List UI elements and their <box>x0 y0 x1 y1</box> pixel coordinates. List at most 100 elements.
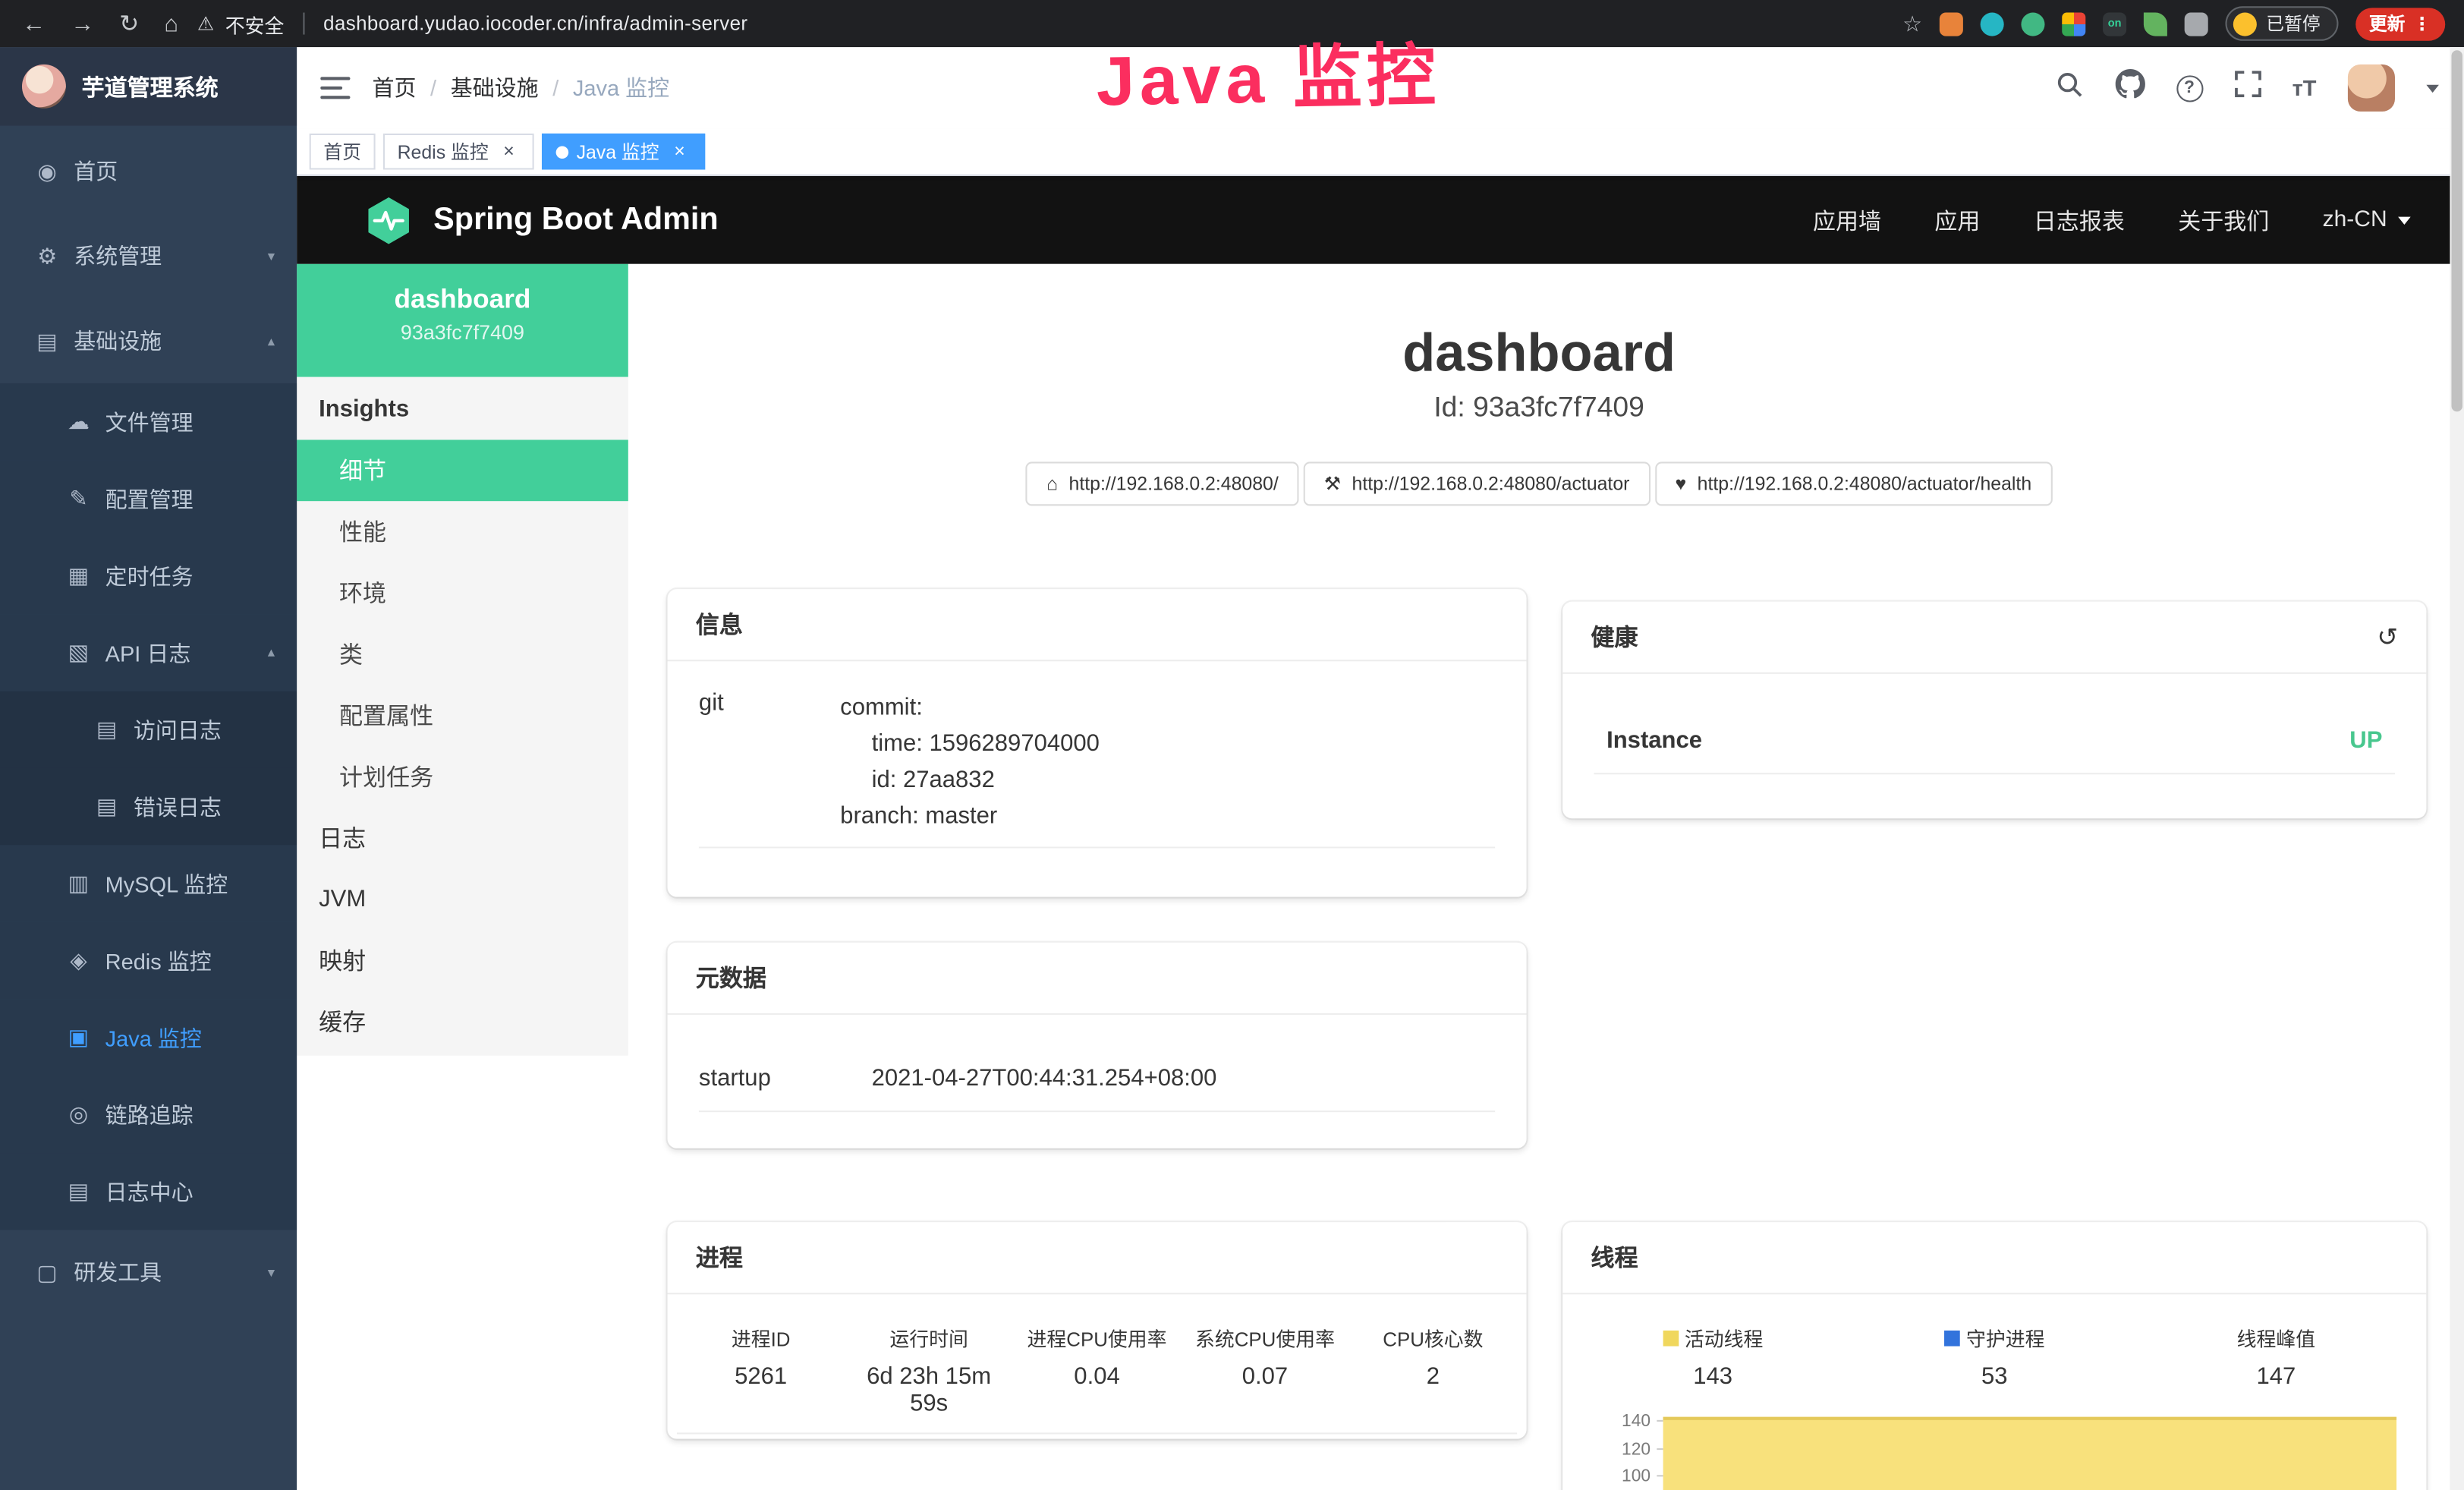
sba-menu-item[interactable]: 性能 <box>297 501 628 562</box>
health-instance-label: Instance <box>1606 727 1702 754</box>
extension-icon[interactable] <box>1940 12 1963 36</box>
sba-brand[interactable]: Spring Boot Admin <box>297 194 719 246</box>
close-icon[interactable]: × <box>498 140 520 162</box>
forward-icon[interactable]: → <box>71 12 94 36</box>
chevron-down-icon[interactable] <box>2426 84 2439 92</box>
sidebar-menu-item[interactable]: ✎ 配置管理 <box>0 460 297 537</box>
view-tab[interactable]: 首页 <box>310 134 376 170</box>
sidebar-menu-item[interactable]: ▤ 访问日志 <box>0 691 297 768</box>
sidebar-menu-item[interactable]: ▣ Java 监控 <box>0 999 297 1076</box>
chevron-icon: ▾ <box>268 1264 275 1281</box>
browser-menu-icon[interactable]: ⋮ <box>2413 13 2431 35</box>
sba-menu-item[interactable]: 环境 <box>297 562 628 624</box>
process-value: 0.04 <box>1013 1363 1181 1416</box>
y-tick-label: 120 <box>1572 1440 1663 1467</box>
tracing-icon: ◎ <box>60 1101 98 1128</box>
reload-icon[interactable]: ↻ <box>119 12 139 36</box>
github-icon[interactable] <box>2115 69 2145 107</box>
legend-item: 守护进程 53 <box>1854 1323 2135 1391</box>
sidebar-menu-item[interactable]: ▤ 错误日志 <box>0 768 297 845</box>
sba-menu-item[interactable]: 缓存 <box>297 991 628 1053</box>
heart-icon: ♥ <box>1675 473 1686 495</box>
process-column-header: 系统CPU使用率 <box>1181 1323 1348 1353</box>
extension-icon[interactable] <box>2021 12 2044 36</box>
back-icon[interactable]: ← <box>22 12 46 36</box>
info-value-line: branch: master <box>840 798 1495 834</box>
address-bar[interactable]: ⚠ 不安全 dashboard.yudao.iocoder.cn/infra/a… <box>197 8 747 38</box>
home-icon[interactable]: ⌂ <box>164 12 178 36</box>
process-value: 6d 23h 15m 59s <box>845 1363 1012 1416</box>
process-column-header: 进程ID <box>677 1323 845 1353</box>
instance-link[interactable]: ♥ http://192.168.0.2:48080/actuator/heal… <box>1655 461 2053 506</box>
instance-link[interactable]: ⌂ http://192.168.0.2:48080/ <box>1026 461 1298 506</box>
sba-menu-item[interactable]: 细节 <box>297 439 628 501</box>
sidebar-menu-item[interactable]: ▧ API 日志 ▴ <box>0 614 297 691</box>
process-column-header: 进程CPU使用率 <box>1013 1323 1181 1353</box>
app-sidebar: 芋道管理系统 ◉ 首页 ⚙ 系统管理 ▾ ▤ 基础设施 <box>0 47 297 1490</box>
font-size-icon[interactable]: тT <box>2292 75 2317 100</box>
sba-nav-link[interactable]: 应用 <box>1934 203 1980 236</box>
scrollbar-thumb[interactable] <box>2451 50 2462 411</box>
security-label[interactable]: 不安全 <box>225 8 285 38</box>
sba-menu-item[interactable]: 映射 <box>297 930 628 991</box>
url-text[interactable]: dashboard.yudao.iocoder.cn/infra/admin-s… <box>323 13 747 35</box>
locale-selector[interactable]: zh-CN <box>2323 207 2411 232</box>
app-logo[interactable]: 芋道管理系统 <box>0 47 297 125</box>
sidebar-menu-item[interactable]: ▢ 研发工具 ▾ <box>0 1230 297 1315</box>
dev-tools-icon: ▢ <box>28 1259 66 1286</box>
sba-nav-link[interactable]: 关于我们 <box>2178 203 2269 236</box>
y-tick-label: 140 <box>1572 1412 1663 1439</box>
page-title: dashboard <box>628 323 2450 385</box>
api-log-icon: ▧ <box>60 639 98 666</box>
extension-icon[interactable] <box>1981 12 2004 36</box>
home-icon: ⌂ <box>1046 473 1058 495</box>
sidebar-menu-item[interactable]: ▤ 基础设施 ▴ <box>0 298 297 383</box>
breadcrumb-item[interactable]: Java 监控 <box>573 72 669 103</box>
close-icon[interactable]: × <box>669 140 691 162</box>
sba-menu-item[interactable]: 日志 <box>297 808 628 869</box>
extension-icon[interactable] <box>2144 12 2167 36</box>
sba-nav-link[interactable]: 应用墙 <box>1813 203 1881 236</box>
sba-menu-item[interactable]: JVM <box>297 868 628 930</box>
help-icon[interactable]: ? <box>2176 74 2202 101</box>
update-button[interactable]: 更新 ⋮ <box>2355 7 2445 39</box>
history-icon[interactable]: ↺ <box>2377 621 2398 652</box>
sidebar-toggle-icon[interactable] <box>297 47 372 129</box>
fullscreen-icon[interactable] <box>2234 71 2261 106</box>
chevron-icon: ▴ <box>268 644 275 661</box>
chart-plot-area <box>1663 1409 2396 1490</box>
sba-brand-name: Spring Boot Admin <box>433 202 719 238</box>
sidebar-menu-item[interactable]: ⚙ 系统管理 ▾ <box>0 213 297 298</box>
view-tab[interactable]: Java 监控 × <box>542 134 705 170</box>
search-icon[interactable] <box>2055 70 2083 106</box>
sba-nav-link[interactable]: 日志报表 <box>2034 203 2125 236</box>
sba-menu-item[interactable]: 配置属性 <box>297 685 628 746</box>
sidebar-menu-item[interactable]: ◈ Redis 监控 <box>0 922 297 999</box>
avatar[interactable] <box>2348 65 2395 112</box>
legend-item: 线程峰值 147 <box>2135 1323 2417 1391</box>
instance-header[interactable]: dashboard 93a3fc7f7409 <box>297 264 628 377</box>
profile-badge[interactable]: 已暂停 <box>2225 6 2337 41</box>
sidebar-menu-item[interactable]: ▤ 日志中心 <box>0 1153 297 1230</box>
sba-menu-item[interactable]: 类 <box>297 624 628 685</box>
chevron-icon: ▾ <box>268 247 275 265</box>
extension-icon[interactable]: on <box>2103 12 2126 36</box>
sidebar-menu-item[interactable]: ▥ MySQL 监控 <box>0 845 297 921</box>
bookmark-star-icon[interactable]: ☆ <box>1902 10 1922 36</box>
breadcrumb-item[interactable]: 基础设施 <box>451 72 539 103</box>
view-tab[interactable]: Redis 监控 × <box>383 134 534 170</box>
sidebar-menu-item[interactable]: ◎ 链路追踪 <box>0 1076 297 1153</box>
sidebar-menu-item[interactable]: ▦ 定时任务 <box>0 537 297 614</box>
sba-menu-item[interactable]: 计划任务 <box>297 746 628 808</box>
instance-link[interactable]: ⚒ http://192.168.0.2:48080/actuator <box>1304 461 1650 506</box>
sba-sidebar: dashboard 93a3fc7f7409 Insights 细节 性能 环境… <box>297 264 628 1056</box>
breadcrumb-item[interactable]: 首页 <box>372 72 416 103</box>
process-column-header: CPU核心数 <box>1349 1323 1517 1353</box>
active-threads-area <box>1663 1417 2396 1490</box>
extension-icon[interactable] <box>2062 12 2085 36</box>
chevron-icon: ▴ <box>268 332 275 350</box>
extensions-puzzle-icon[interactable] <box>2185 12 2208 36</box>
sidebar-menu-item[interactable]: ◉ 首页 <box>0 129 297 214</box>
sidebar-menu-item[interactable]: ☁ 文件管理 <box>0 383 297 460</box>
card-title: 信息 <box>696 608 743 641</box>
